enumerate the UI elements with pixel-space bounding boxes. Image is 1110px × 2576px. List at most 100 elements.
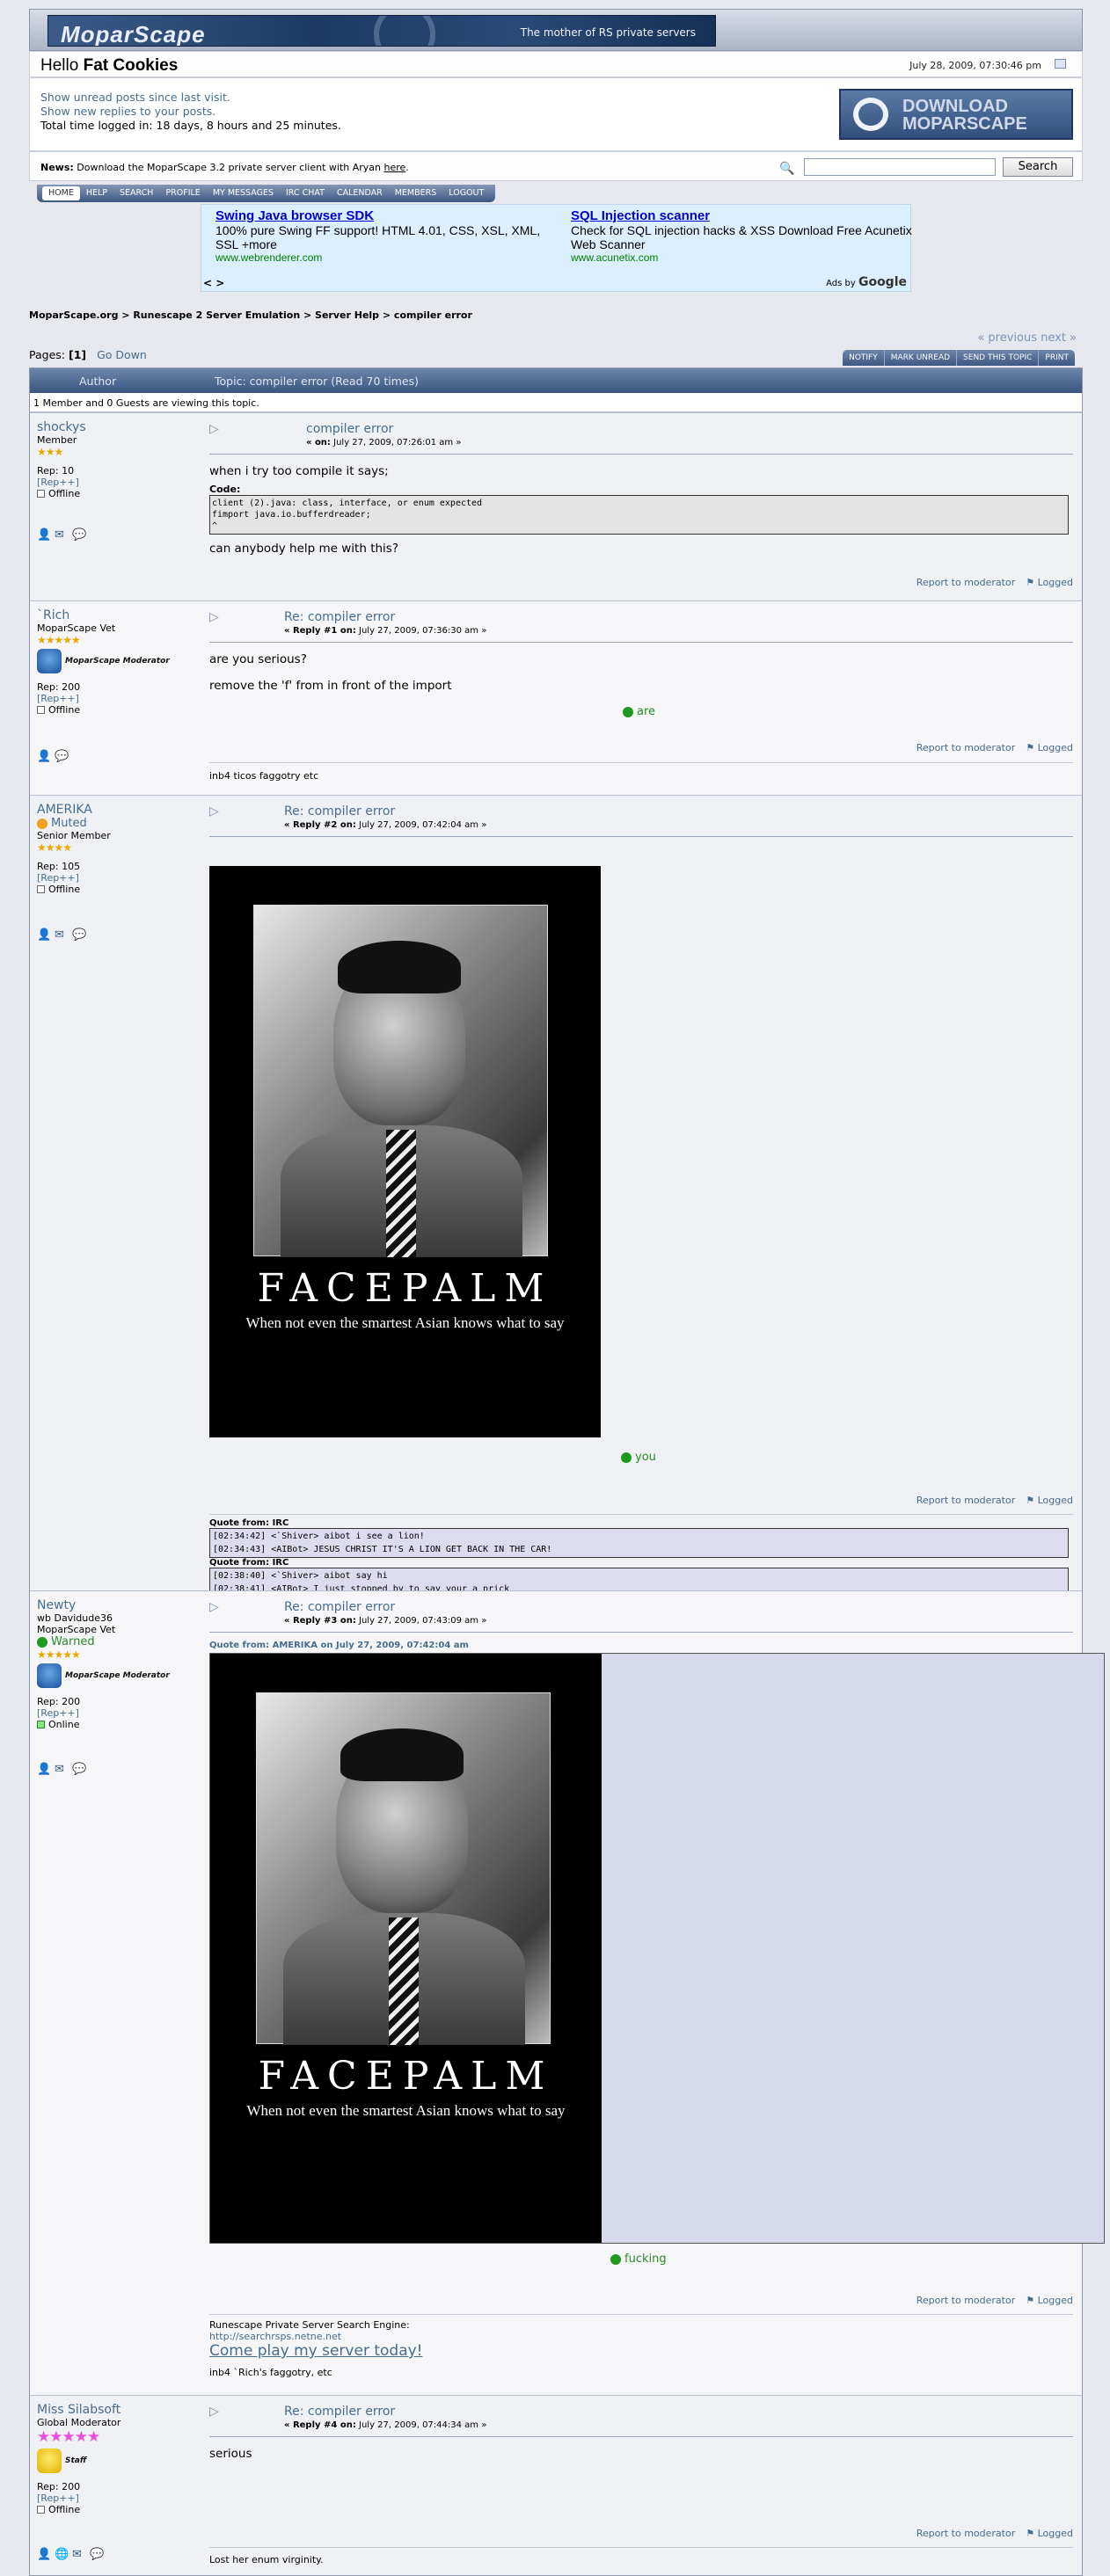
menu-search[interactable]: SEARCH xyxy=(113,185,159,202)
sig-play-link[interactable]: Come play my server today! xyxy=(209,2342,422,2360)
sig-url[interactable]: http://searchrsps.netne.net xyxy=(209,2331,422,2342)
quote-box: FACEPALM When not even the smartest Asia… xyxy=(209,1653,1105,2244)
print-button[interactable]: PRINT xyxy=(1039,350,1075,366)
go-down-link[interactable]: Go Down xyxy=(97,348,147,361)
globe-icon[interactable]: 🌐 xyxy=(55,2549,69,2561)
pm-icon[interactable]: 💬 xyxy=(72,529,86,542)
status-text: Offline xyxy=(48,488,81,499)
post-footer: Report to moderator ⚑ Logged xyxy=(916,1495,1073,1506)
signature-divider xyxy=(209,2547,1073,2548)
menu-logout[interactable]: LOGOUT xyxy=(442,185,490,202)
ads-brand: Google xyxy=(858,275,907,289)
pm-icon[interactable]: 💬 xyxy=(55,751,69,763)
post: `Rich MoparScape Vet ★★★★★ MoparScape Mo… xyxy=(30,600,1082,795)
email-icon[interactable]: ✉ xyxy=(55,929,69,942)
send-topic-button[interactable]: SEND THIS TOPIC xyxy=(957,350,1040,366)
profile-icon[interactable]: 👤 xyxy=(37,929,51,942)
search-button[interactable]: Search xyxy=(1003,157,1073,177)
ads-by-google[interactable]: Ads by Google xyxy=(826,275,907,289)
green-dot-icon xyxy=(37,1636,47,1648)
thread-header: Author Topic: compiler error (Read 70 ti… xyxy=(30,368,1082,393)
profile-icon[interactable]: 👤 xyxy=(37,751,51,763)
post-author-name[interactable]: Newty xyxy=(37,1598,204,1612)
status-text: Offline xyxy=(48,884,81,895)
news-link[interactable]: here xyxy=(384,162,406,173)
pm-icon[interactable]: 💬 xyxy=(90,2549,104,2561)
post-author-name[interactable]: AMERIKA xyxy=(37,803,204,817)
post-author-name[interactable]: Miss Silabsoft xyxy=(37,2403,204,2417)
post-divider xyxy=(209,454,1073,455)
ad-title[interactable]: SQL Injection scanner xyxy=(571,208,914,223)
report-link[interactable]: Report to moderator xyxy=(916,577,1016,588)
menu-home[interactable]: HOME xyxy=(42,186,80,200)
menu-help[interactable]: HELP xyxy=(80,185,113,202)
post-subject[interactable]: compiler error xyxy=(306,422,393,436)
site-logo[interactable]: MoparScape The mother of RS private serv… xyxy=(47,15,716,47)
post-subject[interactable]: Re: compiler error xyxy=(284,2405,395,2419)
main-menu: HOME HELP SEARCH PROFILE MY MESSAGES IRC… xyxy=(37,185,496,202)
muted-text: Muted xyxy=(51,817,87,830)
post-author-name[interactable]: `Rich xyxy=(37,608,204,622)
rank-stars: ★★★★ xyxy=(37,841,72,854)
profile-icon[interactable]: 👤 xyxy=(37,529,51,542)
post-subject[interactable]: Re: compiler error xyxy=(284,610,395,624)
menu-my-messages[interactable]: MY MESSAGES xyxy=(207,185,280,202)
rep-plus-link[interactable]: [Rep++] xyxy=(37,477,204,488)
report-link[interactable]: Report to moderator xyxy=(916,742,1016,753)
post-divider xyxy=(209,1632,1073,1633)
search-input[interactable] xyxy=(804,158,996,176)
ad-item[interactable]: Swing Java browser SDK 100% pure Swing F… xyxy=(215,208,559,264)
code-line: client (2).java: class, interface, or en… xyxy=(212,498,483,508)
greeting-username: Fat Cookies xyxy=(83,56,179,75)
quote-link[interactable]: Quote from: AMERIKA on July 27, 2009, 07… xyxy=(209,1641,469,1650)
rep-plus-link[interactable]: [Rep++] xyxy=(37,2492,204,2504)
rep-plus-link[interactable]: [Rep++] xyxy=(37,693,204,704)
ad-nav-arrows[interactable]: < > xyxy=(203,277,224,289)
prev-next-links[interactable]: « previous next » xyxy=(977,331,1077,345)
reputation: Rep: 200 xyxy=(37,681,81,693)
moderator-badge-icon xyxy=(37,649,62,673)
notify-button[interactable]: NOTIFY xyxy=(843,350,885,366)
profile-icon[interactable]: 👤 xyxy=(37,1764,51,1776)
collapse-header-icon[interactable] xyxy=(1055,59,1066,69)
post-subject[interactable]: Re: compiler error xyxy=(284,1600,395,1614)
email-icon[interactable]: ✉ xyxy=(55,529,69,542)
post-date: « Reply #3 on: July 27, 2009, 07:43:09 a… xyxy=(284,1616,486,1626)
reputation: Rep: 200 xyxy=(37,1696,81,1707)
ad-item[interactable]: SQL Injection scanner Check for SQL inje… xyxy=(571,208,914,264)
profile-icon[interactable]: 👤 xyxy=(37,2549,51,2561)
report-link[interactable]: Report to moderator xyxy=(916,2295,1016,2306)
mark-unread-button[interactable]: MARK UNREAD xyxy=(885,350,958,366)
rep-plus-link[interactable]: [Rep++] xyxy=(37,1707,204,1719)
author-column-header: Author xyxy=(79,375,117,388)
post-divider xyxy=(209,2436,1073,2437)
post-subject[interactable]: Re: compiler error xyxy=(284,804,395,819)
badge-text: Staff xyxy=(65,2456,87,2465)
logged-icon: ⚑ xyxy=(1026,1495,1035,1506)
breadcrumb[interactable]: MoparScape.org > Runescape 2 Server Emul… xyxy=(29,309,472,321)
signature-divider xyxy=(209,762,1073,763)
ad-title[interactable]: Swing Java browser SDK xyxy=(215,208,559,223)
download-moparscape-banner[interactable]: DOWNLOAD MOPARSCAPE xyxy=(839,89,1073,140)
menu-calendar[interactable]: CALENDAR xyxy=(331,185,389,202)
logo-ring-decoration xyxy=(374,16,435,46)
signature: Lost her enum virginity. xyxy=(209,2554,324,2565)
rep-plus-link[interactable]: [Rep++] xyxy=(37,872,204,884)
new-replies-link[interactable]: Show new replies to your posts. xyxy=(40,105,215,118)
ad-url[interactable]: www.webrenderer.com xyxy=(215,251,559,264)
unread-posts-link[interactable]: Show unread posts since last visit. xyxy=(40,91,230,104)
post-footer: Report to moderator ⚑ Logged xyxy=(916,742,1073,753)
ad-url[interactable]: www.acunetix.com xyxy=(571,251,914,264)
pm-icon[interactable]: 💬 xyxy=(72,1764,86,1776)
email-icon[interactable]: ✉ xyxy=(72,2549,86,2561)
post-author-name[interactable]: shockys xyxy=(37,420,204,434)
menu-irc-chat[interactable]: IRC CHAT xyxy=(280,185,331,202)
green-dot-icon xyxy=(623,706,633,717)
menu-profile[interactable]: PROFILE xyxy=(159,185,206,202)
menu-members[interactable]: MEMBERS xyxy=(389,185,443,202)
pm-icon[interactable]: 💬 xyxy=(72,929,86,942)
post-date-text: July 27, 2009, 07:26:01 am » xyxy=(333,438,462,448)
email-icon[interactable]: ✉ xyxy=(55,1764,69,1776)
report-link[interactable]: Report to moderator xyxy=(916,2528,1016,2539)
report-link[interactable]: Report to moderator xyxy=(916,1495,1016,1506)
